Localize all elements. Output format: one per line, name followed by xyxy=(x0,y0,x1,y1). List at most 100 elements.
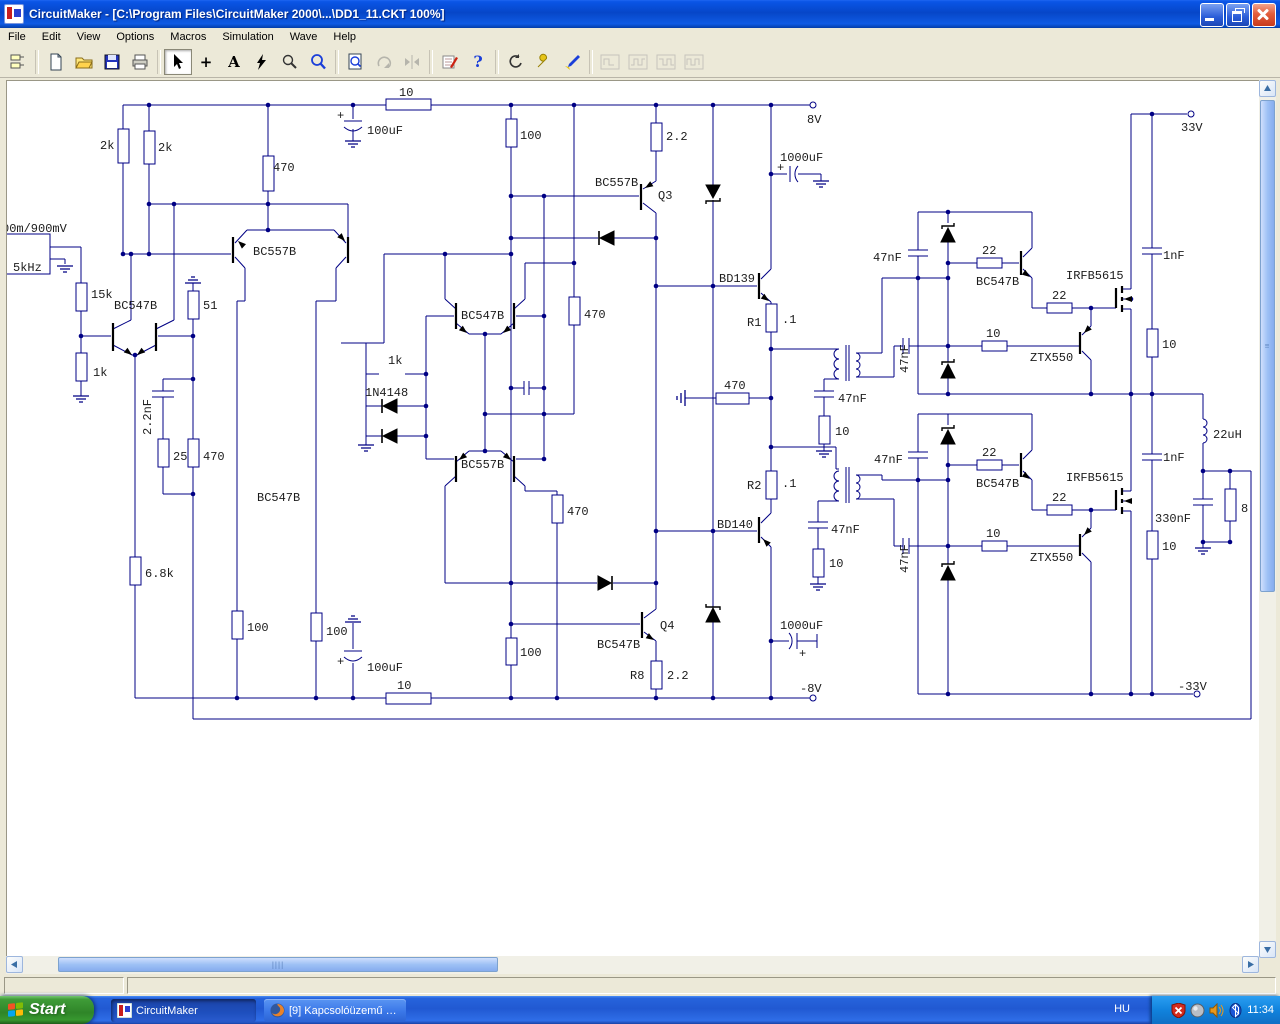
scroll-right-arrow[interactable] xyxy=(1242,956,1259,973)
component-label: 100 xyxy=(247,621,269,635)
junction-dot xyxy=(482,448,488,454)
language-indicator[interactable]: HU xyxy=(1114,1003,1130,1015)
circuitmaker-icon xyxy=(117,1003,132,1018)
scroll-left-arrow[interactable] xyxy=(6,956,23,973)
start-label: Start xyxy=(29,1001,66,1018)
component-label: IRFB5615 xyxy=(1066,269,1124,283)
ground-symbols xyxy=(57,140,1211,623)
parts-bin-icon[interactable] xyxy=(4,49,32,75)
new-file-icon[interactable] xyxy=(42,49,70,75)
junction-dot xyxy=(945,260,951,266)
save-icon[interactable] xyxy=(98,49,126,75)
junction-dot xyxy=(710,283,716,289)
transistor-arrow-icon xyxy=(123,347,132,355)
windows-logo-icon xyxy=(8,1001,24,1019)
junction-dot xyxy=(541,411,547,417)
help-icon[interactable]: ? xyxy=(464,49,492,75)
junction-dot xyxy=(1200,468,1206,474)
minimize-button[interactable] xyxy=(1200,3,1224,27)
close-button[interactable] xyxy=(1252,3,1276,27)
mirror-icon[interactable] xyxy=(398,49,426,75)
component-label: 100 xyxy=(326,625,348,639)
taskbar-button-circuitmaker[interactable]: CircuitMaker xyxy=(111,999,256,1022)
scroll-down-arrow[interactable] xyxy=(1259,941,1276,958)
component-label: 2.2 xyxy=(666,130,688,144)
component-label: 22 xyxy=(982,244,996,258)
volume-ball-icon[interactable] xyxy=(1190,1003,1205,1018)
menu-item-wave[interactable]: Wave xyxy=(282,29,326,45)
bluetooth-icon[interactable] xyxy=(1228,1002,1243,1018)
menu-item-edit[interactable]: Edit xyxy=(34,29,69,45)
junction-dot xyxy=(1088,507,1094,513)
rotate-icon[interactable] xyxy=(370,49,398,75)
scope-4-icon[interactable] xyxy=(680,49,708,75)
menu-item-help[interactable]: Help xyxy=(325,29,364,45)
zoom-tool-icon[interactable] xyxy=(304,49,332,75)
open-folder-icon[interactable] xyxy=(70,49,98,75)
component-label: 15k xyxy=(91,288,113,302)
menu-item-view[interactable]: View xyxy=(69,29,109,45)
component-label: 470 xyxy=(273,161,295,175)
component-label: BD140 xyxy=(717,518,753,532)
junction-dot xyxy=(541,385,547,391)
horizontal-scrollbar[interactable]: |||| xyxy=(6,956,1259,974)
junction-dot xyxy=(945,543,951,549)
junction-dot xyxy=(554,695,560,701)
digital-analog-icon[interactable] xyxy=(436,49,464,75)
print-icon[interactable] xyxy=(126,49,154,75)
reset-icon[interactable] xyxy=(502,49,530,75)
component-label: 10 xyxy=(1162,338,1176,352)
component-label: + xyxy=(337,109,344,123)
clock[interactable]: 11:34 xyxy=(1247,1004,1274,1016)
probe-tool-icon[interactable] xyxy=(276,49,304,75)
vertical-scrollbar[interactable]: ≡ xyxy=(1259,80,1276,958)
component-label: 6.8k xyxy=(145,567,174,581)
start-button[interactable]: Start xyxy=(0,996,94,1024)
menu-item-simulation[interactable]: Simulation xyxy=(214,29,281,45)
preview-icon[interactable] xyxy=(342,49,370,75)
component-label: + xyxy=(777,161,784,175)
taskbar-button-firefox[interactable]: [9] Kapcsolóüzemű (P... xyxy=(264,999,406,1022)
wires xyxy=(50,104,1252,720)
speaker-icon[interactable] xyxy=(1209,1002,1224,1018)
menu-item-options[interactable]: Options xyxy=(108,29,162,45)
junction-dot xyxy=(653,695,659,701)
component-label: 470 xyxy=(724,379,746,393)
junction-dot xyxy=(571,260,577,266)
restore-button[interactable] xyxy=(1226,3,1250,27)
component-label: + xyxy=(799,647,806,661)
cursor-tool-icon[interactable] xyxy=(164,48,192,75)
junction-dot xyxy=(482,411,488,417)
component-label: BC547B xyxy=(597,638,640,652)
menu-item-macros[interactable]: Macros xyxy=(162,29,214,45)
component-label: Q3 xyxy=(658,189,672,203)
wire-tool-icon[interactable]: + xyxy=(192,49,220,75)
junction-dot xyxy=(423,403,429,409)
vertical-scroll-thumb[interactable]: ≡ xyxy=(1260,100,1275,592)
component-label: 100uF xyxy=(367,124,403,138)
text-tool-icon[interactable]: A xyxy=(220,49,248,75)
schematic-canvas[interactable]: 10 100uF 2k 2k 470 100 2.2 8V 1000uF BC557B Q3 00m/… xyxy=(2,80,1260,958)
scope-2-icon[interactable] xyxy=(624,49,652,75)
security-shield-icon[interactable] xyxy=(1171,1002,1186,1018)
junction-dot xyxy=(508,251,514,257)
junction-dot xyxy=(508,580,514,586)
run-tool-icon[interactable] xyxy=(558,49,586,75)
component-label: 2.2 xyxy=(667,669,689,683)
delete-tool-icon[interactable] xyxy=(248,49,276,75)
scroll-up-arrow[interactable] xyxy=(1259,80,1276,97)
junction-dot xyxy=(541,313,547,319)
scope-3-icon[interactable] xyxy=(652,49,680,75)
horizontal-scroll-thumb[interactable]: |||| xyxy=(58,957,498,972)
junction-dot xyxy=(190,376,196,382)
junction-dot xyxy=(915,275,921,281)
options-wrench-icon[interactable] xyxy=(530,49,558,75)
diodes xyxy=(381,230,615,591)
transistor-arrow-icon xyxy=(238,241,246,249)
scope-1-icon[interactable] xyxy=(596,49,624,75)
title-bar[interactable]: CircuitMaker - [C:\Program Files\Circuit… xyxy=(0,0,1280,28)
component-label: 1k xyxy=(388,354,402,368)
component-label: 47nF xyxy=(898,544,912,573)
menu-item-file[interactable]: File xyxy=(0,29,34,45)
terminals xyxy=(809,101,1201,702)
